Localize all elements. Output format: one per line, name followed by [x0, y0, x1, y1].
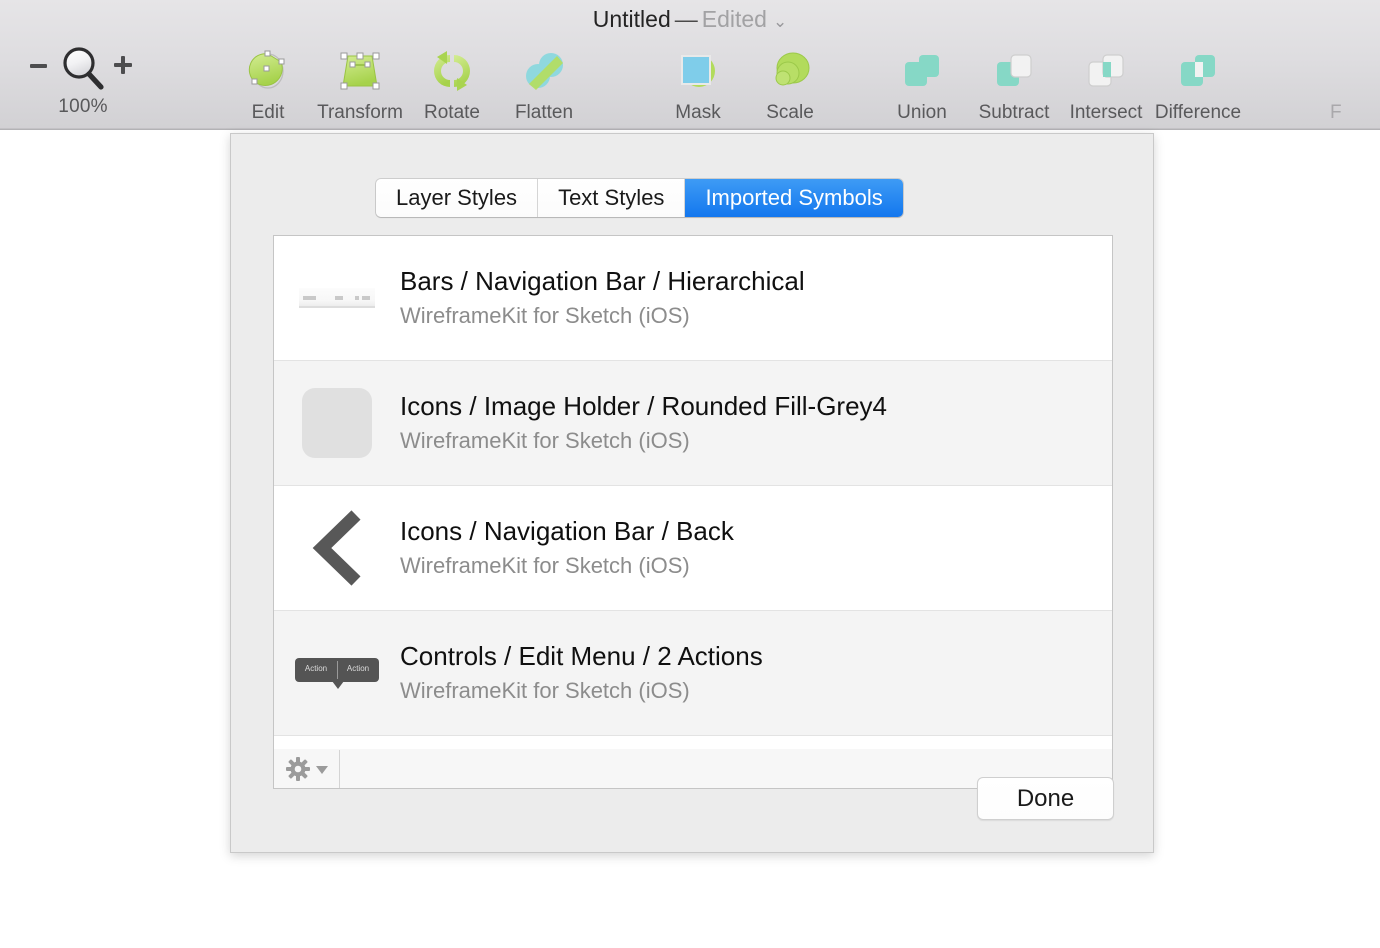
- flatten-icon: [519, 46, 569, 96]
- toolbar-group-shape-tools: Edit Transform: [222, 46, 590, 124]
- toolbar-label: Union: [897, 102, 947, 124]
- subtract-icon: [989, 46, 1039, 96]
- list-item-subtitle: WireframeKit for Sketch (iOS): [400, 303, 805, 329]
- settings-menu-button[interactable]: [274, 750, 340, 788]
- toolbar-button-union[interactable]: Union: [876, 46, 968, 124]
- list-item-subtitle: WireframeKit for Sketch (iOS): [400, 678, 763, 704]
- app-toolbar: Untitled—Edited⌄ 1: [0, 0, 1380, 130]
- toolbar-button-flatten[interactable]: Flatten: [498, 46, 590, 124]
- toolbar-button-rotate[interactable]: Rotate: [406, 46, 498, 124]
- done-button[interactable]: Done: [977, 777, 1114, 820]
- toolbar-label: Rotate: [424, 102, 480, 124]
- toolbar-label: Difference: [1155, 102, 1241, 124]
- navigation-bar-thumbnail: [274, 236, 400, 361]
- toolbar-button-subtract[interactable]: Subtract: [968, 46, 1060, 124]
- edited-status: Edited: [702, 6, 767, 32]
- list-item[interactable]: Icons / Image Holder / Rounded Fill-Grey…: [274, 361, 1112, 486]
- toolbar-button-difference[interactable]: Difference: [1152, 46, 1244, 124]
- tab-text-styles[interactable]: Text Styles: [538, 179, 685, 217]
- edit-menu-action-2: Action: [337, 664, 379, 673]
- list-item-text: Controls / Edit Menu / 2 Actions Wirefra…: [400, 642, 763, 705]
- list-item-subtitle: WireframeKit for Sketch (iOS): [400, 553, 734, 579]
- toolbar-button-mask[interactable]: Mask: [652, 46, 744, 124]
- union-icon: [897, 46, 947, 96]
- edit-menu-action-1: Action: [295, 664, 337, 673]
- list-item-title: Controls / Edit Menu / 2 Actions: [400, 642, 763, 672]
- list-item-text: Bars / Navigation Bar / Hierarchical Wir…: [400, 267, 805, 330]
- toolbar-label: Edit: [252, 102, 285, 124]
- intersect-icon: [1081, 46, 1131, 96]
- tab-segmented-control: Layer Styles Text Styles Imported Symbol…: [376, 179, 903, 217]
- list-item-text: Icons / Image Holder / Rounded Fill-Grey…: [400, 392, 887, 455]
- zoom-control: 100%: [18, 42, 148, 122]
- list-item[interactable]: Bars / Navigation Bar / Hierarchical Wir…: [274, 236, 1112, 361]
- toolbar-button-scale[interactable]: Scale: [744, 46, 836, 124]
- toolbar-button-intersect[interactable]: Intersect: [1060, 46, 1152, 124]
- magnifier-icon[interactable]: [58, 44, 108, 94]
- transform-icon: [335, 46, 385, 96]
- tab-layer-styles[interactable]: Layer Styles: [376, 179, 538, 217]
- chevron-left-thumbnail: [274, 486, 400, 611]
- edit-path-icon: [243, 46, 293, 96]
- window-title: Untitled—Edited⌄: [0, 6, 1380, 33]
- rounded-square-thumbnail: [274, 361, 400, 486]
- difference-icon: [1173, 46, 1223, 96]
- list-item-title: Bars / Navigation Bar / Hierarchical: [400, 267, 805, 297]
- mask-icon: [673, 46, 723, 96]
- list-item-text: Icons / Navigation Bar / Back WireframeK…: [400, 517, 734, 580]
- chevron-down-icon[interactable]: ⌄: [767, 12, 787, 31]
- toolbar-button-flip[interactable]: F: [1330, 46, 1380, 124]
- chevron-down-icon: [316, 766, 328, 774]
- toolbar-label: Flatten: [515, 102, 573, 124]
- imported-symbols-list[interactable]: Bars / Navigation Bar / Hierarchical Wir…: [273, 235, 1113, 750]
- list-item-subtitle: WireframeKit for Sketch (iOS): [400, 428, 887, 454]
- document-name: Untitled: [593, 6, 671, 32]
- shared-styles-dialog: Layer Styles Text Styles Imported Symbol…: [230, 133, 1154, 853]
- list-item-title: Icons / Image Holder / Rounded Fill-Grey…: [400, 392, 887, 422]
- toolbar-group-boolean-tools: Union Subtract Intersect: [876, 46, 1244, 124]
- toolbar-label: F: [1330, 102, 1342, 124]
- toolbar-label: Mask: [675, 102, 720, 124]
- toolbar-button-transform[interactable]: Transform: [314, 46, 406, 124]
- toolbar-label: Intersect: [1070, 102, 1143, 124]
- list-item[interactable]: Action Action Controls / Edit Menu / 2 A…: [274, 611, 1112, 736]
- toolbar-label: Transform: [317, 102, 403, 124]
- toolbar-button-edit[interactable]: Edit: [222, 46, 314, 124]
- title-dash: —: [671, 6, 702, 32]
- zoom-out-icon[interactable]: [30, 64, 47, 68]
- zoom-in-icon[interactable]: [114, 56, 132, 74]
- zoom-level-label: 100%: [18, 96, 148, 118]
- toolbar-group-mask-tools: Mask Scale: [652, 46, 836, 124]
- toolbar-label: Scale: [766, 102, 814, 124]
- list-item[interactable]: Icons / Navigation Bar / Back WireframeK…: [274, 486, 1112, 611]
- edit-menu-thumbnail: Action Action: [274, 611, 400, 736]
- tab-imported-symbols[interactable]: Imported Symbols: [685, 179, 902, 217]
- rotate-icon: [427, 46, 477, 96]
- gear-icon: [285, 756, 311, 782]
- scale-icon: [765, 46, 815, 96]
- list-item-title: Icons / Navigation Bar / Back: [400, 517, 734, 547]
- toolbar-group-overflow: F: [1330, 46, 1380, 124]
- toolbar-label: Subtract: [979, 102, 1050, 124]
